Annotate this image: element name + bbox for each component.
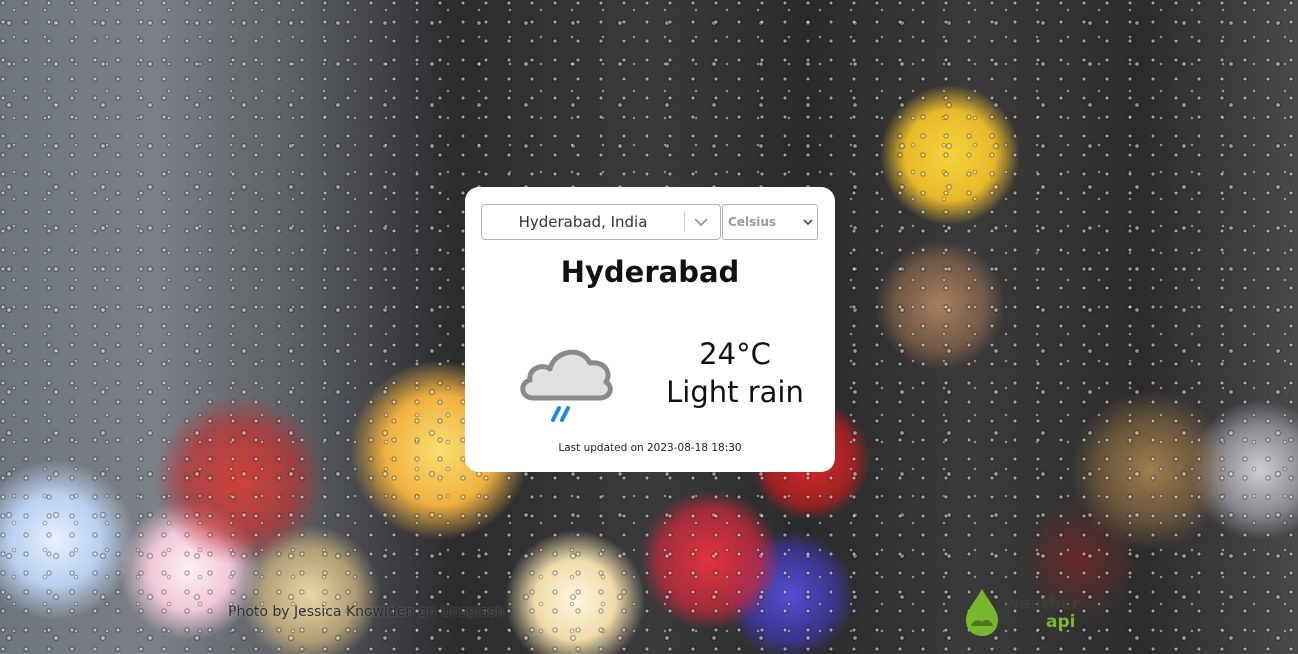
cloud-rain-icon xyxy=(520,349,613,422)
weather-condition: Light rain xyxy=(666,375,804,409)
logo-api-text: api xyxy=(1046,612,1076,632)
weather-card: Hyderabad, India Celsius Hyderabad 24°C … xyxy=(465,187,835,472)
logo-wordmark: weather xyxy=(1004,594,1080,614)
location-select-value: Hyderabad, India xyxy=(518,213,648,231)
droplet-icon xyxy=(966,589,998,636)
last-updated: Last updated on 2023-08-18 18:30 xyxy=(558,442,742,454)
temperature: 24°C xyxy=(699,337,771,371)
city-name: Hyderabad xyxy=(560,255,740,289)
location-select[interactable]: Hyderabad, India xyxy=(481,204,721,240)
weatherapi-logo[interactable]: weather api xyxy=(962,586,1082,638)
photo-credit[interactable]: Photo by Jessica Knowlden on Unsplash xyxy=(228,604,505,620)
unit-select[interactable]: Celsius xyxy=(722,204,818,240)
chevron-down-icon[interactable] xyxy=(692,214,710,230)
unit-select-value: Celsius xyxy=(728,215,776,229)
location-select-separator xyxy=(684,212,685,232)
chevron-down-icon xyxy=(803,219,813,226)
